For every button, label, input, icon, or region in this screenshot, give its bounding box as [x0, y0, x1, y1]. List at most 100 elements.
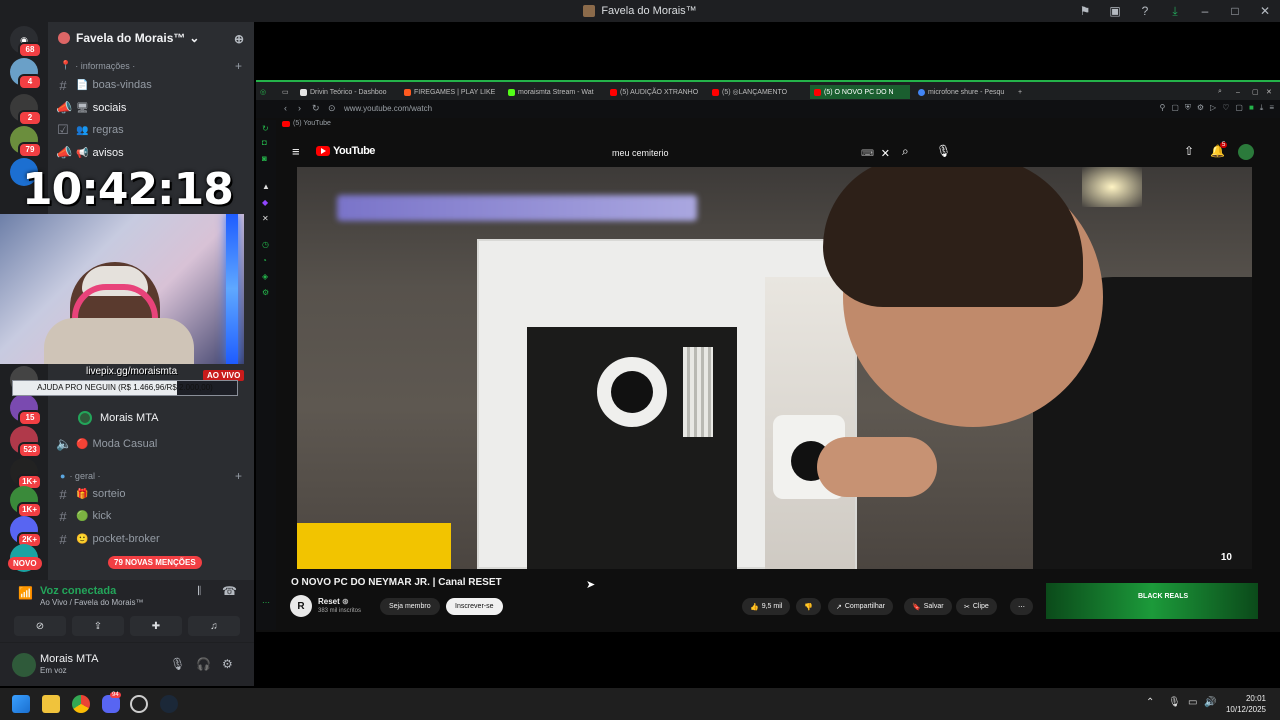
snapshot-icon[interactable]: ▢	[1171, 103, 1179, 113]
play-icon[interactable]: ▷	[1210, 103, 1216, 113]
minimize-button[interactable]: –	[1236, 85, 1240, 99]
new-tab-icon[interactable]: +	[1018, 85, 1022, 99]
share-button[interactable]: ↗ Compartilhar	[828, 598, 893, 615]
microphone-icon[interactable]: 🎙	[1168, 697, 1181, 708]
more-actions-button[interactable]: ⋯	[1010, 598, 1033, 615]
opera-menu-icon[interactable]: ◎	[260, 85, 266, 99]
server-icon[interactable]: 2	[10, 94, 42, 126]
clock-icon[interactable]: ◷	[262, 240, 269, 249]
chrome-icon[interactable]	[72, 695, 90, 713]
server-icon[interactable]: 79	[10, 126, 42, 158]
activities-button[interactable]: ✚	[130, 616, 182, 636]
channel-sorteio[interactable]: # 🎁 sorteio	[56, 484, 246, 504]
flag-icon[interactable]: ⚑	[1070, 4, 1100, 18]
microphone-icon[interactable]: 🎙	[936, 144, 951, 158]
discord-home-icon[interactable]: ◉ 68	[10, 26, 42, 58]
server-icon[interactable]: 523	[10, 426, 42, 458]
dislike-button[interactable]: 👎	[796, 598, 821, 615]
help-icon[interactable]: ?	[1130, 4, 1160, 18]
new-mentions-pill[interactable]: 79 NOVAS MENÇÕES	[108, 556, 202, 569]
new-messages-badge[interactable]: NOVO	[8, 557, 42, 570]
keyboard-icon[interactable]: ⌨	[861, 148, 874, 159]
sidebar-ad-banner[interactable]: BLACK REALS	[1046, 583, 1258, 619]
subscribe-button[interactable]: Inscrever-se	[446, 598, 503, 615]
steam-icon[interactable]	[160, 695, 178, 713]
hamburger-icon[interactable]: ≡	[292, 144, 300, 159]
music-icon[interactable]: ▲	[262, 182, 270, 191]
download-icon[interactable]: ⤓	[1260, 103, 1264, 113]
messenger-icon[interactable]: ◘	[262, 138, 267, 147]
windows-start-icon[interactable]	[12, 695, 30, 713]
invite-user-icon[interactable]: ⊕	[234, 32, 244, 46]
avatar[interactable]	[1238, 144, 1254, 160]
minimize-button[interactable]: –	[1190, 4, 1220, 18]
url-field[interactable]: www.youtube.com/watch	[344, 104, 432, 113]
camera-off-button[interactable]: ⊘	[14, 616, 66, 636]
screen-icon[interactable]: ▣	[1100, 4, 1130, 18]
microphone-icon[interactable]: 🎙	[170, 657, 185, 671]
category-informacoes[interactable]: 📍 · informações · +	[60, 59, 242, 73]
network-icon[interactable]: ▭	[1188, 697, 1197, 708]
add-channel-icon[interactable]: +	[235, 469, 242, 483]
file-explorer-icon[interactable]	[42, 695, 60, 713]
voice-user-morais[interactable]: Morais MTA	[78, 408, 268, 428]
chevron-up-icon[interactable]: ⌃	[1146, 697, 1154, 708]
server-header[interactable]: Favela do Morais™ ⌄ ⊕	[48, 22, 254, 54]
voice-channel-label[interactable]: Ao Vivo / Favela do Morais™	[40, 598, 143, 607]
sidebar-icon[interactable]: ▢	[1235, 103, 1243, 113]
tab[interactable]: microfone shure - Pesqu	[918, 85, 1014, 99]
reload-icon[interactable]: ↻	[312, 103, 320, 114]
vpn-icon[interactable]: ■	[1249, 103, 1254, 113]
history-icon[interactable]: ↻	[262, 124, 269, 133]
pin-icon[interactable]: ⚲	[1159, 103, 1165, 113]
tab[interactable]: Drivin Teórico - Dashboo	[300, 85, 396, 99]
bookmark-youtube[interactable]: (5) YouTube	[293, 120, 331, 127]
save-button[interactable]: 🔖 Salvar	[904, 598, 952, 615]
add-channel-icon[interactable]: +	[235, 59, 242, 73]
tab-workspaces-icon[interactable]: ▭	[282, 85, 289, 99]
maximize-button[interactable]: ▢	[1252, 85, 1259, 99]
category-geral[interactable]: ● · geral · +	[60, 469, 242, 483]
twitch-icon[interactable]: ◆	[262, 198, 268, 207]
close-button[interactable]: ✕	[1266, 85, 1272, 99]
soundboard-button[interactable]: ♫	[188, 616, 240, 636]
tab[interactable]: moraismta Stream - Wat	[508, 85, 598, 99]
join-button[interactable]: Seja membro	[380, 598, 440, 615]
channel-boas-vindas[interactable]: # 📄 boas-vindas	[56, 75, 246, 95]
upload-icon[interactable]: ⇧	[1184, 144, 1194, 158]
close-button[interactable]: ✕	[1250, 4, 1280, 18]
obs-icon[interactable]	[130, 695, 148, 713]
volume-icon[interactable]: 🔊	[1204, 697, 1216, 708]
server-icon[interactable]: 2K+	[10, 516, 42, 548]
heart-icon[interactable]: ♡	[1222, 103, 1229, 113]
back-icon[interactable]: ‹	[284, 103, 287, 113]
channel-avatar[interactable]: R	[290, 595, 312, 617]
search-tabs-icon[interactable]: ⌕	[1218, 85, 1222, 99]
channel-regras[interactable]: ☑ 👥 regras	[56, 120, 246, 140]
server-icon[interactable]: 15	[10, 394, 42, 426]
channel-avisos[interactable]: 📣 📢 avisos	[56, 143, 246, 163]
settings-icon[interactable]: ⚙	[262, 288, 269, 297]
search-icon[interactable]: ⌕	[902, 144, 909, 159]
more-icon[interactable]: ⋯	[262, 598, 270, 607]
tab[interactable]: FIREGAMES | PLAY LIKE	[404, 85, 498, 99]
tab[interactable]: (5) ◎LANÇAMENTO	[712, 85, 804, 99]
like-button[interactable]: 👍 9,5 mil	[742, 598, 791, 615]
download-icon[interactable]: ⤓	[1160, 4, 1190, 19]
channel-kick[interactable]: # 🟢 kick	[56, 506, 246, 526]
disconnect-icon[interactable]: ☎	[222, 584, 237, 598]
bookmarks-icon[interactable]: ◈	[262, 272, 268, 281]
whatsapp-icon[interactable]: ◙	[262, 154, 267, 163]
server-icon[interactable]: 4	[10, 58, 42, 90]
channel-sociais[interactable]: 📣 🖥 sociais	[56, 98, 246, 118]
maximize-button[interactable]: □	[1220, 4, 1250, 18]
clip-button[interactable]: ✂ Clipe	[956, 598, 997, 615]
history-icon[interactable]: ◔	[262, 256, 267, 265]
avatar[interactable]	[12, 653, 36, 677]
extensions-icon[interactable]: ⚙	[1197, 103, 1204, 113]
search-input[interactable]: meu cemiterio ⌨ ✕	[608, 143, 894, 163]
noise-suppression-icon[interactable]: 𝄃	[198, 584, 201, 599]
headphones-icon[interactable]: 🎧	[196, 657, 211, 671]
video-player[interactable]: 10	[297, 167, 1252, 569]
gear-icon[interactable]: ⚙	[222, 657, 233, 671]
